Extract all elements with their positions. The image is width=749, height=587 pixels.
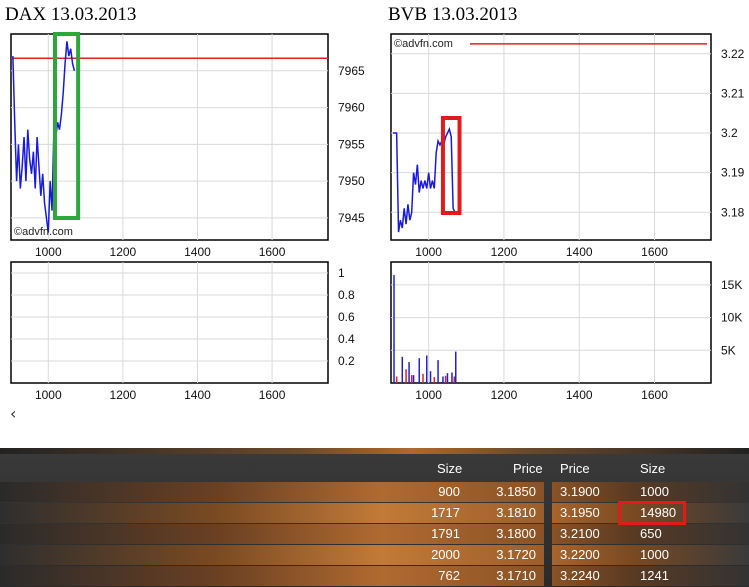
- order-book-accent: [0, 448, 749, 454]
- dax-volume-y-tick-label: 0.6: [338, 310, 355, 324]
- dax-volume-x-tick-label: 1400: [184, 388, 211, 402]
- dax-price-y-tick-label: 7965: [338, 64, 365, 78]
- bid-price-header: Price: [513, 461, 543, 476]
- order-book-bid-size-cell: 900: [438, 484, 460, 499]
- order-book-bid-size-cell: 1717: [431, 505, 460, 520]
- dax-price-x-tick-label: 1400: [184, 245, 211, 259]
- dax-watermark: ©advfn.com: [14, 226, 73, 238]
- order-book-bid-price-cell: 3.1810: [496, 505, 536, 520]
- order-book-ask-price-cell: 3.1900: [560, 484, 600, 499]
- order-book-bid-price-cell: 3.1850: [496, 484, 536, 499]
- dax-price-y-tick-label: 7950: [338, 174, 365, 188]
- bvb-volume-x-tick-label: 1600: [641, 388, 668, 402]
- dax-price-y-tick-label: 7945: [338, 211, 365, 225]
- bvb-volume-y-tick-label: 5K: [721, 343, 736, 357]
- dax-volume-y-tick-label: 0.8: [338, 288, 355, 302]
- order-book-ask-size-cell: 650: [640, 526, 662, 541]
- bvb-volume-y-tick-label: 10K: [721, 311, 742, 325]
- bvb-price-y-tick-label: 3.19: [721, 166, 745, 180]
- order-book-bid-size-cell: 1791: [431, 526, 460, 541]
- bvb-price-x-tick-label: 1000: [415, 245, 442, 259]
- dax-price-x-tick-label: 1600: [259, 245, 286, 259]
- dax-volume-y-tick-label: 0.4: [338, 332, 355, 346]
- dax-price-x-tick-label: 1000: [35, 245, 62, 259]
- bvb-volume-x-tick-label: 1200: [491, 388, 518, 402]
- bvb-price-x-tick-label: 1200: [491, 245, 518, 259]
- horizontal-scrollbar[interactable]: ‹: [0, 404, 749, 423]
- bvb-price-plot-frame: [390, 33, 712, 241]
- dax-volume-y-tick-label: 1: [338, 266, 345, 280]
- order-book-ask-price-cell: 3.2200: [560, 547, 600, 562]
- order-book-ask-size-cell: 1000: [640, 547, 669, 562]
- bvb-price-y-tick-label: 3.21: [721, 86, 745, 100]
- dax-volume-x-tick-label: 1600: [259, 388, 286, 402]
- charts-canvas: 1000 1200 1400 1600 7965 7960 7955 7950 7945 ©adv…: [10, 32, 745, 402]
- ask-size-header: Size: [640, 461, 666, 476]
- order-book-bid-size-cell: 2000: [431, 547, 460, 562]
- bvb-price-y-tick-label: 3.2: [721, 126, 738, 140]
- bvb-price-y-tick-label: 3.18: [721, 205, 745, 219]
- bvb-volume-x-tick-label: 1400: [566, 388, 593, 402]
- ask-size-highlight-box: [618, 501, 686, 525]
- order-book-bid-price-cell: 3.1720: [496, 547, 536, 562]
- order-book-ask-price-cell: 3.2100: [560, 526, 600, 541]
- dax-volume-y-tick-label: 0.2: [338, 354, 355, 368]
- bid-size-header: Size: [437, 461, 463, 476]
- order-book-bid-size-cell: 762: [438, 568, 460, 583]
- order-book-ask-price-cell: 3.2240: [560, 568, 600, 583]
- order-book-ask-size-cell: 1000: [640, 484, 669, 499]
- spacer: [0, 422, 749, 450]
- bvb-price-x-tick-label: 1400: [566, 245, 593, 259]
- dax-volume-x-tick-label: 1000: [35, 388, 62, 402]
- bvb-watermark: ©advfn.com: [394, 38, 453, 50]
- scroll-left-icon[interactable]: ‹: [10, 404, 16, 423]
- order-book-bid-price-cell: 3.1800: [496, 526, 536, 541]
- dax-price-y-tick-label: 7955: [338, 137, 365, 151]
- dax-price-plot-frame: [10, 33, 329, 241]
- dax-volume-plot-frame: [10, 261, 329, 384]
- bvb-price-y-tick-label: 3.22: [721, 47, 745, 61]
- bvb-volume-plot-frame: [390, 261, 712, 384]
- order-book: Size Price Price Size 900 3.1850 3.1900 100…: [0, 448, 749, 587]
- ask-price-header: Price: [560, 461, 590, 476]
- dax-volume-x-tick-label: 1200: [110, 388, 137, 402]
- bvb-volume-x-tick-label: 1000: [415, 388, 442, 402]
- order-book-bid-price-cell: 3.1710: [496, 568, 536, 583]
- bvb-price-x-tick-label: 1600: [641, 245, 668, 259]
- order-book-ask-size-cell: 1241: [640, 568, 669, 583]
- dax-price-y-tick-label: 7960: [338, 101, 365, 115]
- bvb-volume-y-tick-label: 15K: [721, 278, 742, 292]
- dax-price-x-tick-label: 1200: [110, 245, 137, 259]
